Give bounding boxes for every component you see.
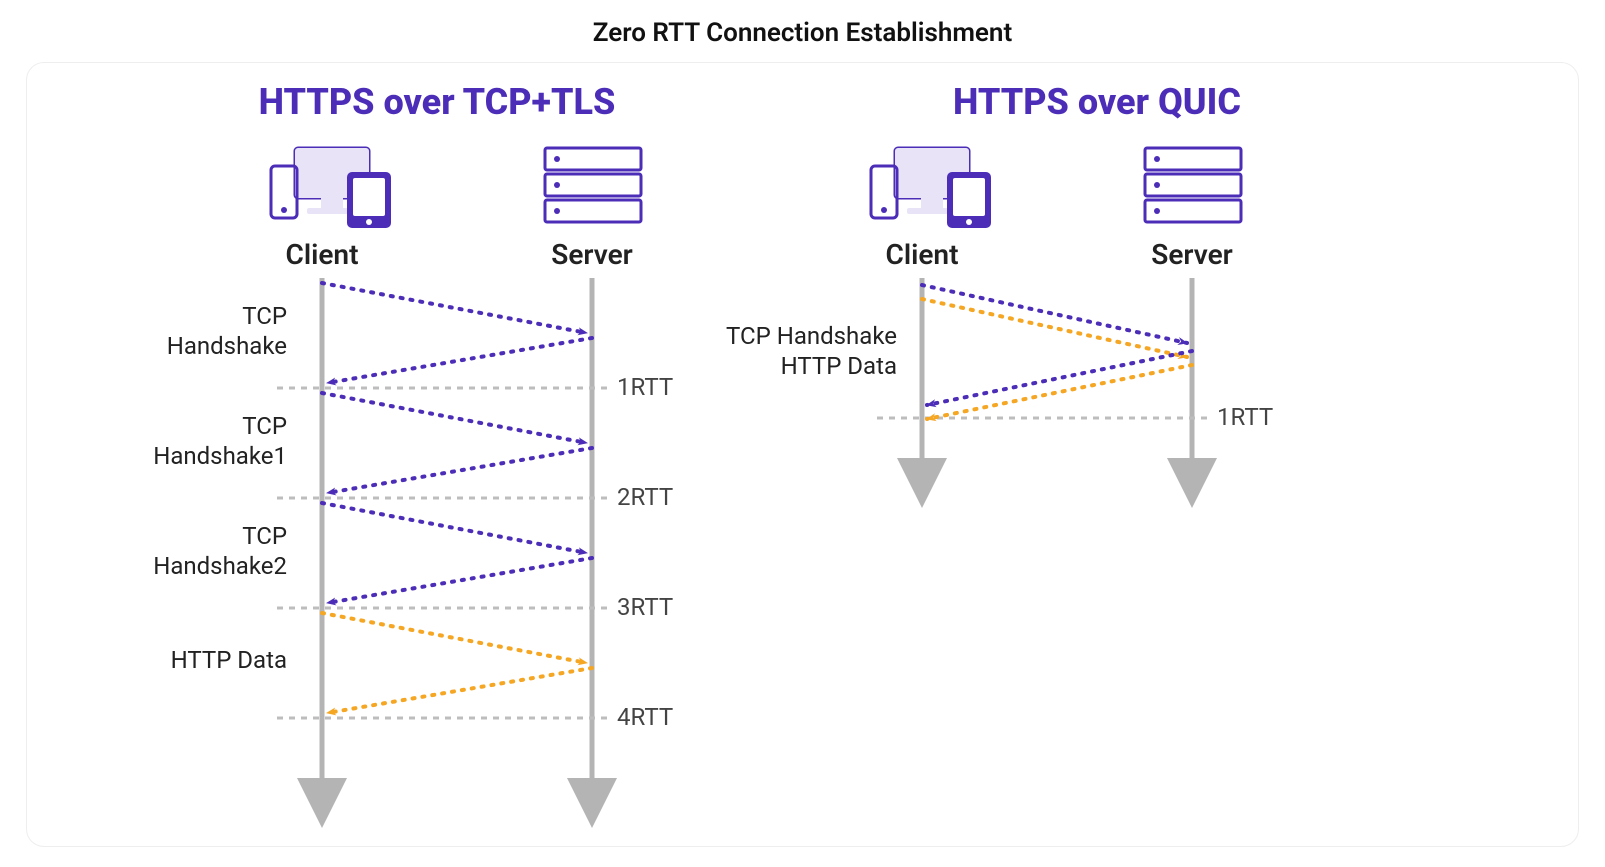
- msg-quic-initial: [922, 285, 1187, 343]
- msg-tls-clienthello: [322, 393, 587, 443]
- msg-tls-keyexchange: [322, 503, 587, 553]
- msg-tls-finished: [327, 558, 592, 603]
- sequence-diagram: [27, 63, 1580, 848]
- msg-tls-serverhello: [327, 448, 592, 493]
- diagram-panel: HTTPS over TCP+TLS HTTPS over QUIC Clien…: [26, 62, 1579, 847]
- page-title: Zero RTT Connection Establishment: [0, 0, 1605, 48]
- server-icon: [545, 148, 641, 222]
- server-icon: [1145, 148, 1241, 222]
- msg-http-request: [322, 613, 587, 663]
- msg-quic-http-resp: [927, 365, 1192, 419]
- msg-quic-handshake-resp: [927, 351, 1192, 405]
- msg-tcp-syn: [322, 283, 587, 333]
- msg-http-response: [327, 668, 592, 713]
- msg-tcp-synack: [327, 338, 592, 383]
- client-devices-icon: [271, 148, 391, 228]
- client-devices-icon: [871, 148, 991, 228]
- msg-quic-0rtt-data: [922, 299, 1187, 357]
